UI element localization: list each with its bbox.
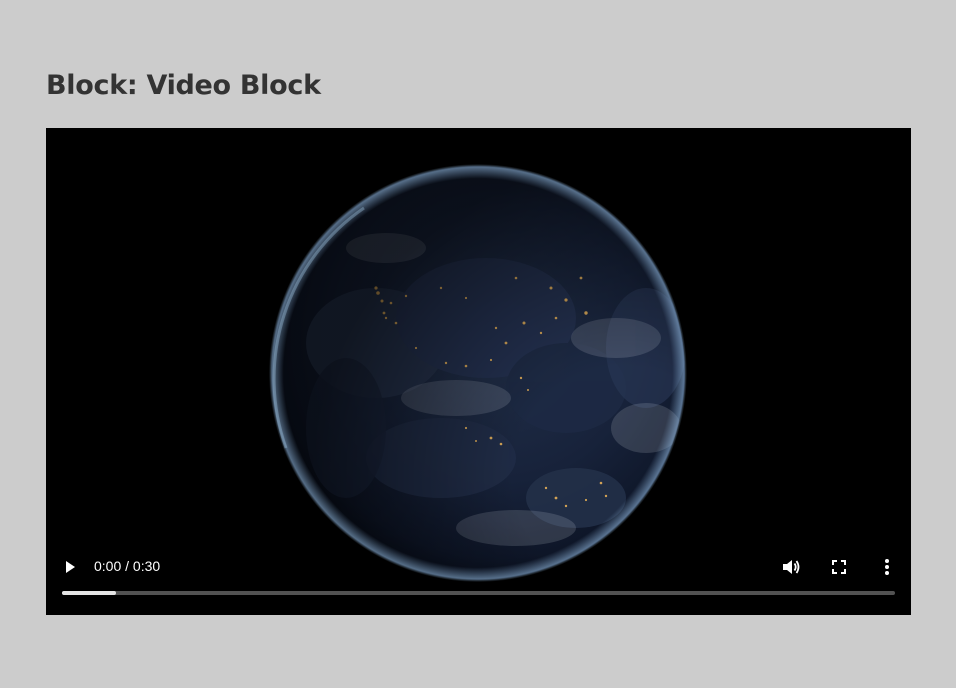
play-icon (66, 561, 75, 573)
play-button[interactable] (58, 555, 82, 579)
block-title: Block: Video Block (46, 70, 321, 101)
fullscreen-icon (832, 560, 846, 574)
volume-icon (783, 560, 800, 574)
video-player[interactable]: 0:00 / 0:30 (46, 128, 911, 615)
more-options-button[interactable] (875, 555, 899, 579)
fullscreen-button[interactable] (827, 555, 851, 579)
progress-bar[interactable] (62, 591, 895, 595)
page: Block: Video Block 0:00 / 0:30 (0, 0, 956, 688)
time-display: 0:00 / 0:30 (94, 558, 161, 574)
progress-buffered (62, 591, 117, 595)
mute-button[interactable] (779, 555, 803, 579)
video-frame (46, 128, 911, 615)
more-options-icon (885, 559, 889, 575)
